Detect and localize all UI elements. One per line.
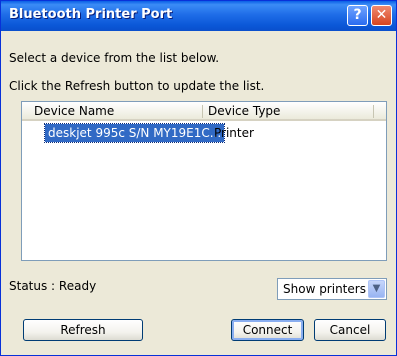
help-icon: ? (353, 7, 362, 23)
close-icon: ✕ (375, 7, 388, 23)
device-filter-value: Show printers (283, 282, 366, 296)
list-header: Device Name Device Type (22, 102, 386, 121)
device-filter-select[interactable]: Show printers ▼ (277, 278, 387, 300)
instruction-select: Select a device from the list below. (9, 51, 220, 65)
help-button[interactable]: ? (347, 5, 368, 26)
column-separator[interactable] (373, 105, 374, 118)
device-list[interactable]: Device Name Device Type deskjet 995c S/N… (21, 101, 387, 261)
device-type-cell[interactable]: Printer (214, 126, 254, 140)
refresh-button[interactable]: Refresh (23, 319, 143, 341)
title-bar[interactable]: Bluetooth Printer Port ? ✕ (1, 1, 396, 31)
cancel-button[interactable]: Cancel (314, 319, 386, 341)
column-separator[interactable] (202, 105, 203, 118)
connect-button[interactable]: Connect (231, 319, 304, 341)
device-name-cell[interactable]: deskjet 995c S/N MY19E1C... (48, 126, 221, 140)
column-header-device-type[interactable]: Device Type (208, 104, 280, 118)
status-text: Status : Ready (9, 279, 97, 293)
window-title: Bluetooth Printer Port (9, 7, 173, 22)
close-button[interactable]: ✕ (371, 5, 392, 26)
column-header-device-name[interactable]: Device Name (34, 104, 114, 118)
chevron-down-icon[interactable]: ▼ (368, 280, 385, 298)
instruction-refresh: Click the Refresh button to update the l… (9, 79, 265, 93)
dialog-window: Bluetooth Printer Port ? ✕ Select a devi… (0, 0, 397, 356)
